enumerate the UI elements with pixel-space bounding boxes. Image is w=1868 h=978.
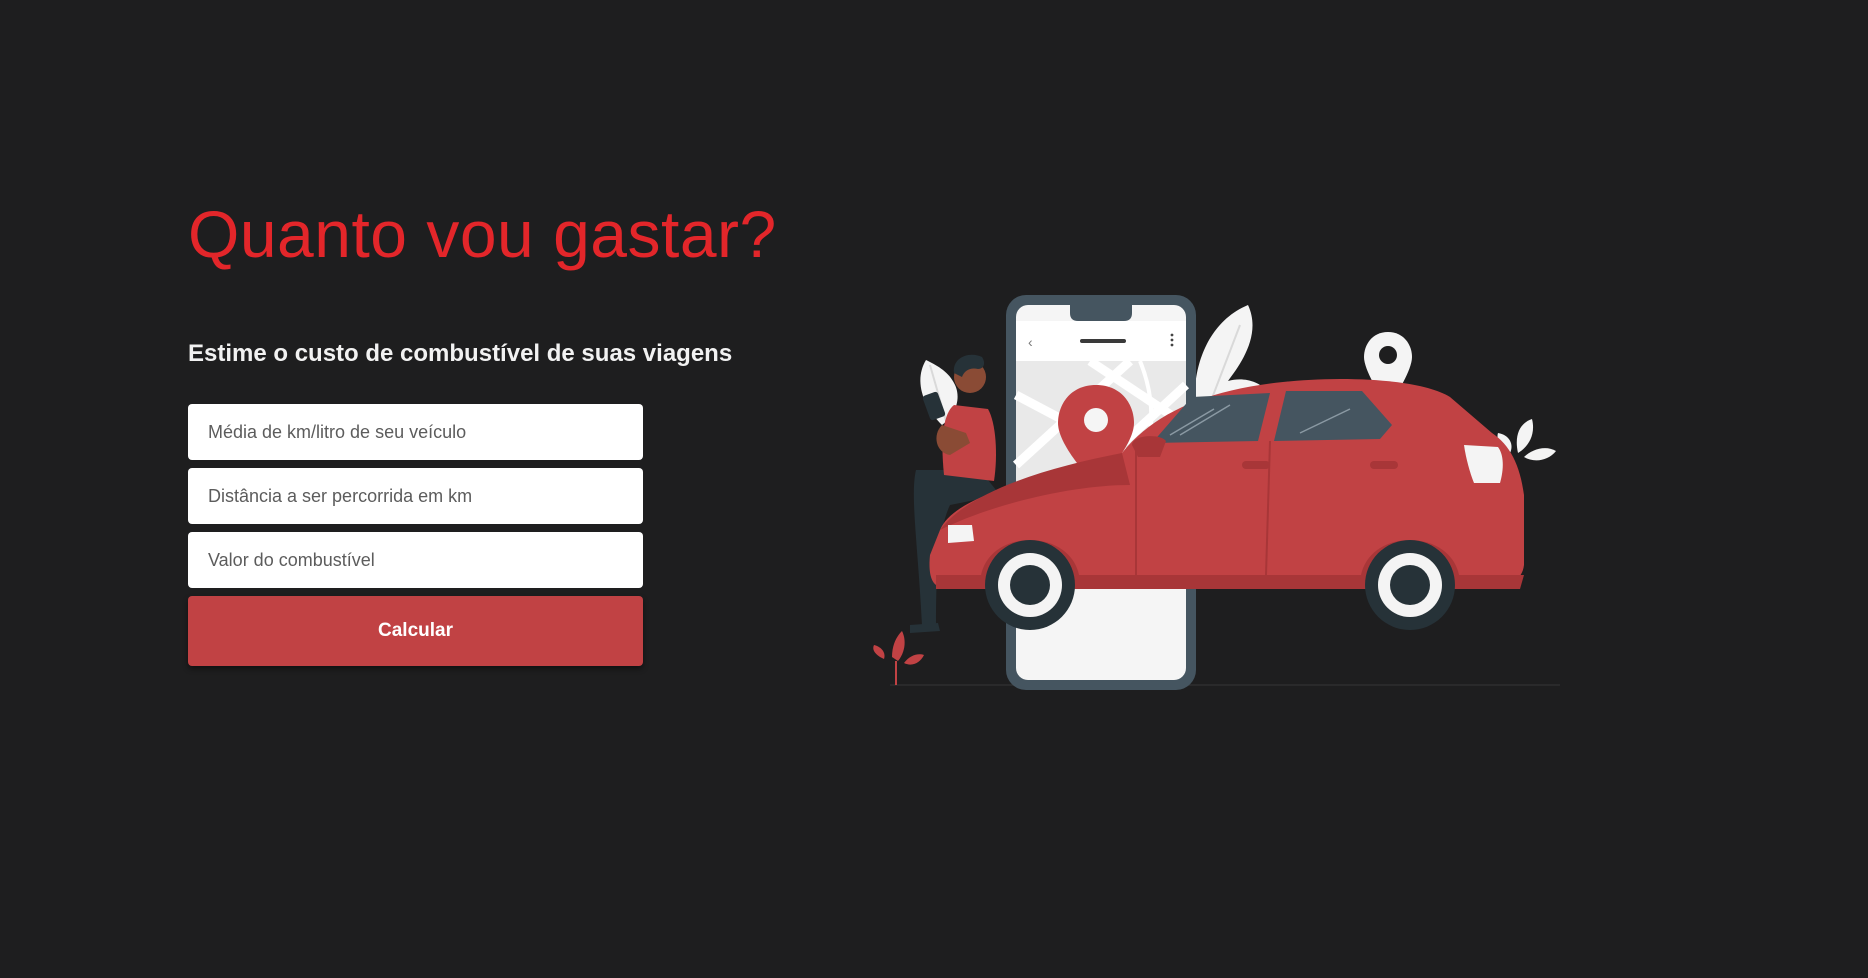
svg-text:‹: ‹ [1028, 334, 1033, 350]
leaf-icon [873, 631, 924, 685]
hero-section: Quanto vou gastar? Estime o custo de com… [188, 190, 788, 666]
fuel-cost-form: Calcular [188, 404, 643, 666]
calculate-button[interactable]: Calcular [188, 596, 643, 666]
car-trip-illustration: ‹ [873, 295, 1560, 690]
page-title: Quanto vou gastar? [188, 197, 777, 271]
distance-input[interactable] [188, 468, 643, 524]
fuel-price-input[interactable] [188, 532, 643, 588]
page-subtitle: Estime o custo de combustível de suas vi… [188, 340, 733, 367]
consumption-input[interactable] [188, 404, 643, 460]
page: Quanto vou gastar? Estime o custo de com… [0, 0, 1868, 978]
